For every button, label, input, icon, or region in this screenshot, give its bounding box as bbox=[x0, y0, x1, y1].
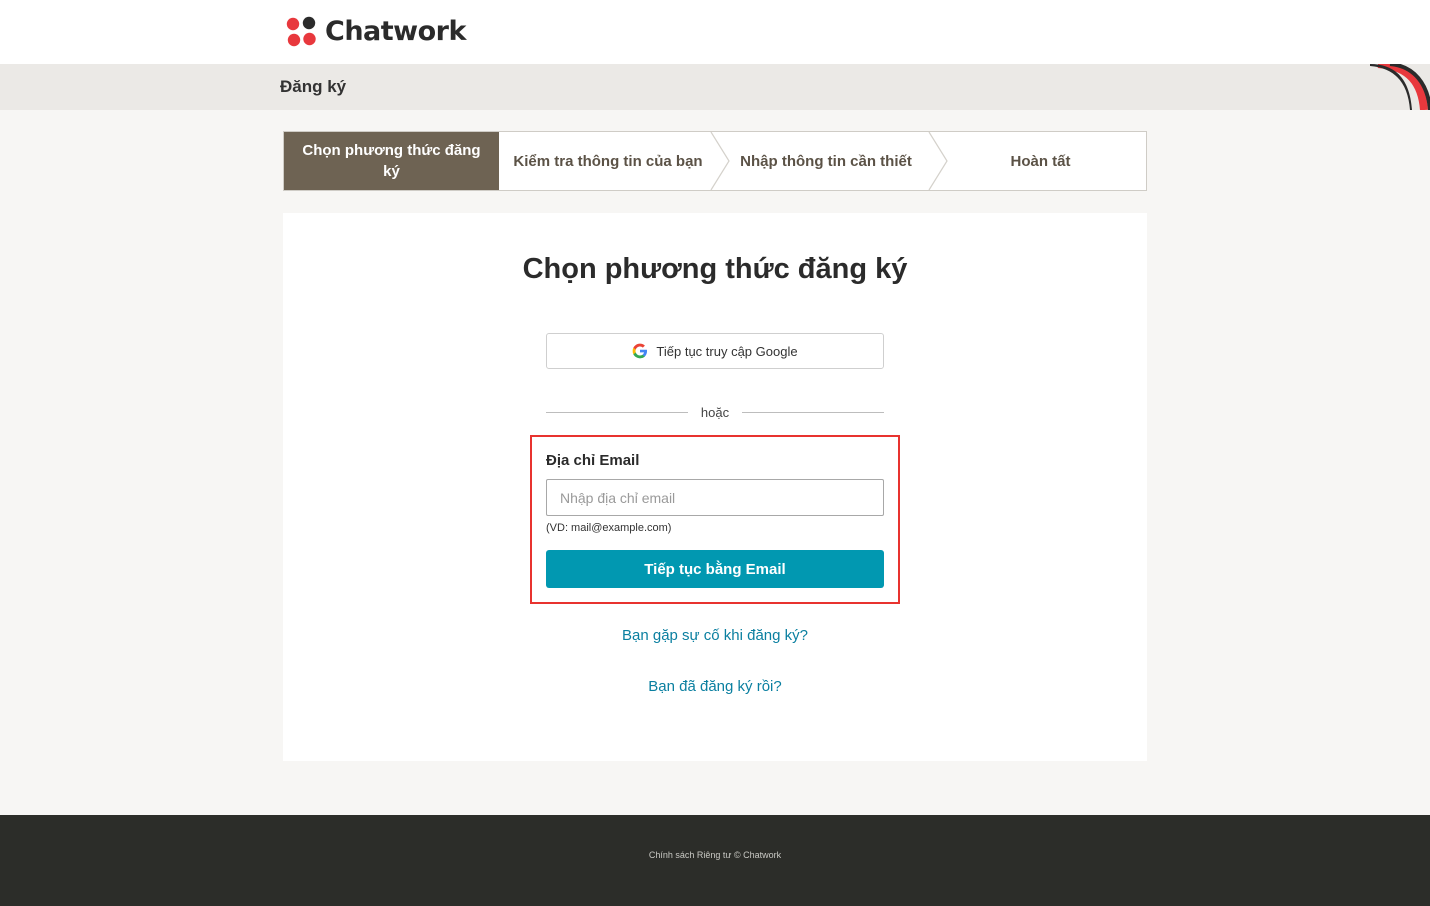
registration-stepper: Chọn phương thức đăng ký Kiểm tra thông … bbox=[283, 131, 1147, 191]
step-check-info: Kiểm tra thông tin của bạn bbox=[499, 132, 730, 190]
google-button-label: Tiếp tục truy cập Google bbox=[656, 343, 798, 359]
divider-line bbox=[546, 411, 688, 413]
chatwork-logo-icon bbox=[286, 16, 316, 47]
step-label: Kiểm tra thông tin của bạn bbox=[513, 152, 703, 170]
registration-card: Chọn phương thức đăng ký Tiếp tục truy c… bbox=[283, 213, 1147, 761]
top-header: Chatwork bbox=[0, 0, 1430, 64]
email-hint: (VD: mail@example.com) bbox=[546, 522, 672, 534]
step-choose-method: Chọn phương thức đăng ký bbox=[284, 132, 499, 190]
card-title: Chọn phương thức đăng ký bbox=[522, 253, 908, 285]
page-section-title: Đăng ký bbox=[280, 77, 347, 96]
email-signup-section: Địa chỉ Email (VD: mail@example.com) Tiế… bbox=[530, 435, 900, 604]
corner-decoration-icon bbox=[1370, 64, 1430, 110]
divider-text: hoặc bbox=[700, 404, 730, 420]
copyright-text: © Chatwork bbox=[733, 850, 782, 860]
chatwork-logo[interactable]: Chatwork bbox=[283, 12, 466, 50]
step-label: Nhập thông tin cần thiết bbox=[740, 152, 912, 170]
privacy-policy-link[interactable]: Chính sách Riêng tư bbox=[649, 850, 732, 860]
already-registered-link[interactable]: Bạn đã đăng ký rồi? bbox=[283, 678, 1147, 695]
email-label: Địa chỉ Email bbox=[546, 452, 640, 469]
divider-line bbox=[742, 411, 885, 413]
footer-text: Chính sách Riêng tư © Chatwork bbox=[0, 850, 1430, 860]
page-subheader: Đăng ký bbox=[0, 64, 1430, 110]
step-chevron-icon bbox=[928, 132, 948, 190]
signup-trouble-link[interactable]: Bạn gặp sự cố khi đăng ký? bbox=[283, 627, 1147, 644]
step-label: Hoàn tất bbox=[1010, 152, 1071, 170]
step-chevron-icon bbox=[710, 132, 730, 190]
google-signin-button[interactable]: Tiếp tục truy cập Google bbox=[546, 333, 884, 369]
step-complete: Hoàn tất bbox=[935, 132, 1146, 190]
or-divider: hoặc bbox=[546, 403, 885, 421]
page-footer: Chính sách Riêng tư © Chatwork bbox=[0, 815, 1430, 906]
step-enter-info: Nhập thông tin cần thiết bbox=[717, 132, 948, 190]
step-label: Chọn phương thức đăng ký bbox=[302, 142, 481, 180]
logo-text: Chatwork bbox=[325, 15, 466, 47]
continue-email-button[interactable]: Tiếp tục bằng Email bbox=[546, 550, 884, 588]
email-input[interactable] bbox=[546, 479, 884, 516]
google-icon bbox=[633, 343, 648, 359]
